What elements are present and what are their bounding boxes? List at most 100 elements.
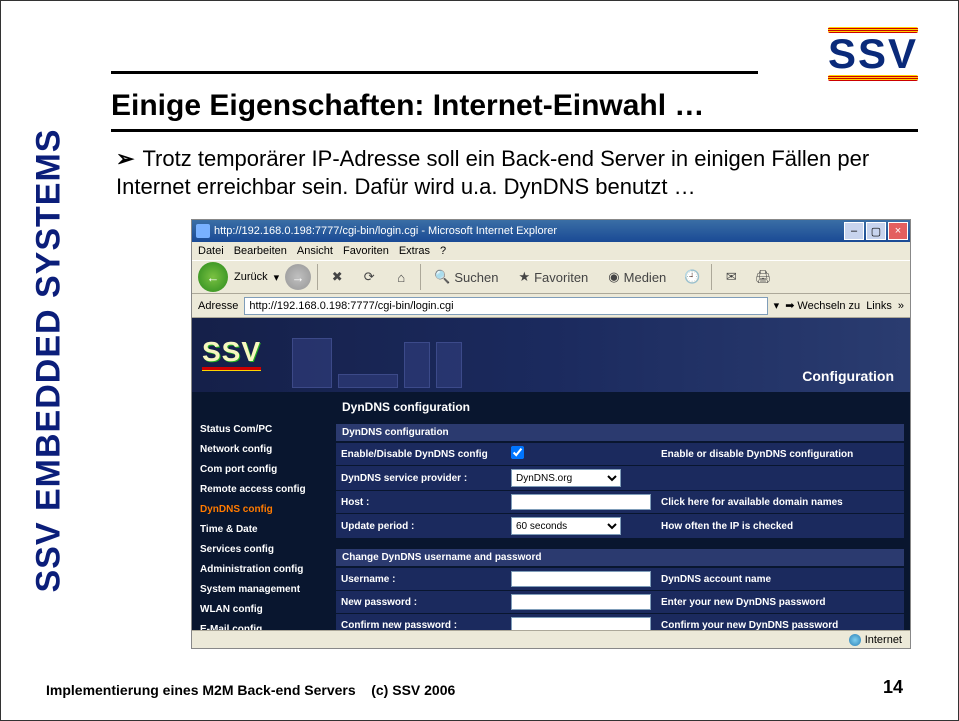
sidebar: Status Com/PC Network config Com port co…	[192, 420, 330, 630]
row-provider-desc	[656, 466, 904, 491]
close-button[interactable]: ×	[888, 222, 908, 240]
print-button[interactable]: 🖨	[750, 264, 776, 290]
row-host-label: Host :	[336, 491, 506, 514]
address-dropdown-icon[interactable]: ▾	[774, 299, 780, 312]
newpassword-input[interactable]	[511, 594, 651, 610]
favorites-button[interactable]: ★ Favoriten	[511, 264, 595, 290]
panel2-head: Change DynDNS username and password	[336, 549, 904, 566]
go-label: Wechseln zu	[797, 300, 860, 312]
host-input[interactable]	[511, 494, 651, 510]
ie-icon	[196, 224, 210, 238]
bullet-icon: ➢	[116, 146, 134, 171]
banner: SSV Configuration	[192, 318, 910, 392]
page-content: SSV Configuration DynDNS configuration S…	[192, 318, 910, 630]
go-icon: ➡	[785, 299, 794, 312]
enable-dyndns-checkbox[interactable]	[511, 446, 524, 459]
address-input[interactable]	[244, 297, 767, 315]
back-button[interactable]: ←	[198, 262, 228, 292]
internet-icon	[849, 634, 861, 646]
row-provider-label: DynDNS service provider :	[336, 466, 506, 491]
slide: SSV SSV EMBEDDED SYSTEMS Einige Eigensch…	[0, 0, 959, 721]
back-label[interactable]: Zurück	[234, 271, 268, 283]
footer: Implementierung eines M2M Back-end Serve…	[46, 677, 903, 698]
panel1-head: DynDNS configuration	[336, 424, 904, 441]
row-enable: Enable/Disable DynDNS config Enable or d…	[336, 443, 904, 466]
panel2-table: Username : DynDNS account name New passw…	[336, 568, 904, 630]
menu-favoriten[interactable]: Favoriten	[343, 245, 389, 257]
maximize-button[interactable]: ▢	[866, 222, 886, 240]
mail-button[interactable]: ✉	[718, 264, 744, 290]
statusbar: Internet	[192, 630, 910, 648]
sidebar-item-admin[interactable]: Administration config	[200, 564, 322, 575]
forms-area: DynDNS configuration Enable/Disable DynD…	[330, 420, 910, 630]
addressbar: Adresse ▾ ➡ Wechseln zu Links »	[192, 294, 910, 318]
go-button[interactable]: ➡ Wechseln zu	[785, 299, 860, 312]
sidebar-item-comport[interactable]: Com port config	[200, 464, 322, 475]
sidebar-item-sysmgmt[interactable]: System management	[200, 584, 322, 595]
footer-left: Implementierung eines M2M Back-end Serve…	[46, 682, 455, 698]
sidebar-item-network[interactable]: Network config	[200, 444, 322, 455]
banner-graphic	[292, 322, 642, 388]
forward-button[interactable]: →	[285, 264, 311, 290]
row-newpass-label: New password :	[336, 591, 506, 614]
titlebar[interactable]: http://192.168.0.198:7777/cgi-bin/login.…	[192, 220, 910, 242]
status-text: Internet	[865, 634, 902, 646]
row-confirmpass: Confirm new password : Confirm your new …	[336, 614, 904, 631]
row-period-desc: How often the IP is checked	[656, 514, 904, 539]
menu-datei[interactable]: Datei	[198, 245, 224, 257]
section-title: DynDNS configuration	[192, 392, 910, 420]
menubar: Datei Bearbeiten Ansicht Favoriten Extra…	[192, 242, 910, 260]
row-confirmpass-label: Confirm new password :	[336, 614, 506, 631]
row-username-desc: DynDNS account name	[656, 568, 904, 591]
row-period-label: Update period :	[336, 514, 506, 539]
window-title: http://192.168.0.198:7777/cgi-bin/login.…	[214, 225, 844, 237]
row-host: Host : Click here for available domain n…	[336, 491, 904, 514]
vertical-brand-label: SSV EMBEDDED SYSTEMS	[21, 61, 76, 660]
bullet-paragraph: ➢Trotz temporärer IP-Adresse soll ein Ba…	[116, 145, 898, 200]
stop-button[interactable]: ✖	[324, 264, 350, 290]
configuration-label: Configuration	[802, 368, 894, 384]
toolbar: ← Zurück ▾ → ✖ ⟳ ⌂ 🔍 Suchen ★ Favoriten …	[192, 260, 910, 294]
username-input[interactable]	[511, 571, 651, 587]
row-username: Username : DynDNS account name	[336, 568, 904, 591]
page-number: 14	[883, 677, 903, 698]
period-select[interactable]: 60 seconds	[511, 517, 621, 535]
home-button[interactable]: ⌂	[388, 264, 414, 290]
sidebar-item-remoteaccess[interactable]: Remote access config	[200, 484, 322, 495]
toolbar-sep3	[711, 264, 712, 290]
row-newpass: New password : Enter your new DynDNS pas…	[336, 591, 904, 614]
refresh-button[interactable]: ⟳	[356, 264, 382, 290]
minimize-button[interactable]: –	[844, 222, 864, 240]
menu-ansicht[interactable]: Ansicht	[297, 245, 333, 257]
confirmpassword-input[interactable]	[511, 617, 651, 630]
sidebar-item-timedate[interactable]: Time & Date	[200, 524, 322, 535]
toolbar-sep	[317, 264, 318, 290]
provider-select[interactable]: DynDNS.org	[511, 469, 621, 487]
menu-bearbeiten[interactable]: Bearbeiten	[234, 245, 287, 257]
media-label: Medien	[624, 270, 667, 285]
ssv-logo-text: SSV	[828, 35, 918, 73]
history-button[interactable]: 🕘	[679, 264, 705, 290]
divider-top	[111, 71, 758, 74]
menu-help[interactable]: ?	[440, 245, 446, 257]
page-title: Einige Eigenschaften: Internet-Einwahl …	[111, 89, 704, 123]
bullet-text: Trotz temporärer IP-Adresse soll ein Bac…	[116, 146, 869, 199]
menu-extras[interactable]: Extras	[399, 245, 430, 257]
browser-window: http://192.168.0.198:7777/cgi-bin/login.…	[191, 219, 911, 649]
sidebar-item-dyndns[interactable]: DynDNS config	[200, 504, 322, 515]
links-label[interactable]: Links	[866, 300, 892, 312]
row-provider: DynDNS service provider : DynDNS.org	[336, 466, 904, 491]
back-dropdown-icon[interactable]: ▾	[274, 271, 280, 284]
row-enable-label: Enable/Disable DynDNS config	[336, 443, 506, 466]
sidebar-item-services[interactable]: Services config	[200, 544, 322, 555]
body-row: Status Com/PC Network config Com port co…	[192, 420, 910, 630]
row-host-desc[interactable]: Click here for available domain names	[656, 491, 904, 514]
address-label: Adresse	[198, 300, 238, 312]
sidebar-item-wlan[interactable]: WLAN config	[200, 604, 322, 615]
links-chevron-icon[interactable]: »	[898, 300, 904, 312]
search-button[interactable]: 🔍 Suchen	[427, 264, 505, 290]
media-button[interactable]: ◉ Medien	[601, 264, 673, 290]
ssv-page-logo: SSV	[202, 339, 261, 370]
sidebar-item-status[interactable]: Status Com/PC	[200, 424, 322, 435]
panel1-table: Enable/Disable DynDNS config Enable or d…	[336, 443, 904, 539]
